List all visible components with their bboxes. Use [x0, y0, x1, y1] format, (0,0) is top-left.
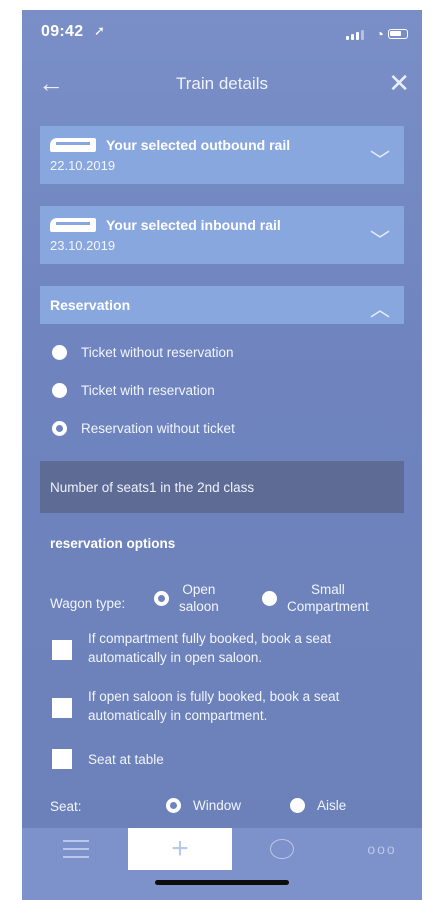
wagon-open-saloon-label: Open saloon: [179, 582, 219, 614]
tab-list[interactable]: [52, 828, 100, 870]
checkbox-row-seat-at-table[interactable]: Seat at table: [52, 749, 378, 769]
reservation-options-title: reservation options: [50, 536, 176, 551]
seat-window-option[interactable]: Window: [166, 798, 241, 813]
seat-aisle-label: Aisle: [317, 798, 347, 813]
page-title: Train details: [176, 74, 268, 93]
tab-more[interactable]: ooo: [358, 828, 406, 870]
battery-icon: [388, 29, 408, 39]
seats-text: Number of seats1 in the 2nd class: [50, 480, 255, 495]
checkbox-label: Seat at table: [88, 752, 164, 767]
outbound-date: 22.10.2019: [50, 158, 116, 173]
chat-icon: [270, 839, 294, 859]
plus-icon: +: [171, 832, 189, 865]
radio-button[interactable]: [290, 798, 305, 813]
wagon-small-compartment-label: Small Compartment: [287, 582, 369, 614]
radio-label: Ticket without reservation: [81, 345, 234, 360]
chevron-down-icon[interactable]: ﹀: [370, 224, 390, 253]
outbound-rail-panel[interactable]: Your selected outbound rail 22.10.2019 ﹀: [40, 126, 404, 184]
list-icon: [63, 838, 89, 860]
radio-button[interactable]: [262, 590, 277, 606]
outbound-title: Your selected outbound rail: [106, 137, 291, 153]
radio-label: Ticket with reservation: [81, 383, 215, 398]
reservation-title: Reservation: [50, 297, 131, 313]
inbound-date: 23.10.2019: [50, 238, 116, 253]
checkbox-label: If compartment fully booked, book a seat…: [88, 631, 332, 665]
seats-selector[interactable]: Number of seats1 in the 2nd class: [40, 461, 404, 513]
radio-button[interactable]: [52, 345, 67, 360]
train-icon: [50, 218, 96, 232]
seat-label: Seat:: [50, 799, 82, 814]
seat-window-label: Window: [193, 798, 242, 813]
inbound-title: Your selected inbound rail: [106, 217, 281, 233]
radio-label: Reservation without ticket: [81, 421, 235, 436]
radio-reservation-without-ticket[interactable]: Reservation without ticket: [52, 421, 235, 436]
reservation-header[interactable]: Reservation ︿: [40, 286, 404, 324]
wifi-icon: ◔: [375, 26, 384, 42]
checkbox-row-saloon-full[interactable]: If open saloon is fully booked, book a s…: [52, 687, 378, 725]
radio-button-selected[interactable]: [52, 421, 67, 436]
wagon-open-saloon[interactable]: Open saloon: [154, 581, 219, 615]
checkbox-label: If open saloon is fully booked, book a s…: [88, 689, 340, 723]
close-icon[interactable]: ✕: [388, 68, 410, 99]
radio-ticket-without-reservation[interactable]: Ticket without reservation: [52, 345, 234, 360]
radio-button[interactable]: [52, 383, 67, 398]
home-indicator[interactable]: [155, 880, 289, 885]
tab-chat[interactable]: [258, 828, 306, 870]
bottom-tab-bar: + ooo: [22, 828, 422, 900]
app-screen: 09:42 ➚ ◔ ← Train details ✕ Your selecte…: [22, 10, 422, 900]
more-icon: ooo: [367, 841, 397, 857]
checkbox[interactable]: [52, 698, 72, 718]
checkbox[interactable]: [52, 640, 72, 660]
wagon-type-label: Wagon type:: [50, 596, 126, 611]
wagon-small-compartment[interactable]: Small Compartment: [262, 581, 369, 615]
nav-bar: ← Train details ✕: [22, 62, 422, 106]
radio-button-selected[interactable]: [166, 798, 181, 813]
tab-add[interactable]: +: [128, 828, 232, 870]
status-time: 09:42: [41, 23, 84, 40]
location-arrow-icon: ➚: [94, 23, 105, 38]
signal-icon: [346, 30, 364, 40]
train-icon: [50, 138, 96, 152]
chevron-up-icon[interactable]: ︿: [370, 293, 390, 322]
status-bar: 09:42 ➚ ◔: [22, 10, 422, 60]
radio-ticket-with-reservation[interactable]: Ticket with reservation: [52, 383, 215, 398]
checkbox-row-compartment-full[interactable]: If compartment fully booked, book a seat…: [52, 629, 378, 667]
checkbox[interactable]: [52, 749, 72, 769]
radio-button-selected[interactable]: [154, 590, 169, 606]
chevron-down-icon[interactable]: ﹀: [370, 144, 390, 173]
seat-aisle-option[interactable]: Aisle: [290, 798, 346, 813]
inbound-rail-panel[interactable]: Your selected inbound rail 23.10.2019 ﹀: [40, 206, 404, 264]
